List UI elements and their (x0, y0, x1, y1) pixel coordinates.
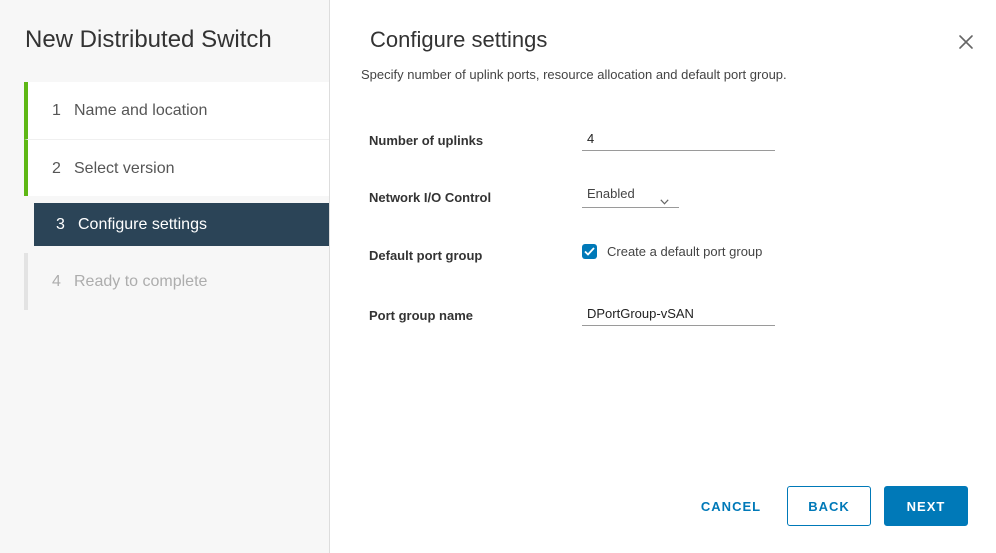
page-subtitle: Specify number of uplink ports, resource… (361, 67, 787, 82)
default-port-group-row: Default port group Create a default port… (369, 242, 969, 272)
back-button[interactable]: BACK (787, 486, 871, 526)
step-number: 1 (52, 102, 61, 119)
cancel-button[interactable]: CANCEL (686, 486, 776, 526)
wizard-steps: 1 Name and location 2 Select version 3 Conf… (24, 82, 329, 310)
step-label: Name and location (74, 102, 208, 119)
default-port-group-label: Default port group (369, 248, 483, 263)
step-ready-to-complete: 4 Ready to complete (24, 253, 329, 310)
wizard-sidebar: New Distributed Switch 1 Name and locatio… (0, 0, 330, 553)
nioc-row: Network I/O Control Enabled (369, 184, 969, 214)
nioc-select[interactable]: Enabled (582, 184, 679, 208)
uplinks-row: Number of uplinks (369, 127, 969, 157)
step-label: Ready to complete (74, 273, 208, 290)
next-button[interactable]: NEXT (884, 486, 968, 526)
close-icon[interactable] (958, 34, 974, 50)
nioc-label: Network I/O Control (369, 190, 492, 205)
chevron-down-icon (660, 191, 669, 205)
step-select-version[interactable]: 2 Select version (24, 139, 329, 196)
default-port-group-checkbox[interactable] (582, 244, 597, 259)
nioc-value: Enabled (587, 186, 635, 201)
step-configure-settings[interactable]: 3 Configure settings (34, 203, 329, 246)
uplinks-input[interactable] (582, 127, 775, 151)
wizard-content: Configure settings Specify number of upl… (331, 0, 996, 553)
step-number: 2 (52, 160, 61, 177)
step-name-and-location[interactable]: 1 Name and location (24, 82, 329, 139)
port-group-name-input[interactable] (582, 302, 775, 326)
port-group-name-row: Port group name (369, 302, 969, 332)
wizard-title: New Distributed Switch (25, 26, 272, 53)
step-label: Configure settings (78, 216, 207, 233)
new-distributed-switch-dialog: New Distributed Switch 1 Name and locatio… (0, 0, 996, 553)
step-number: 4 (52, 273, 61, 290)
page-title: Configure settings (370, 27, 548, 52)
step-number: 3 (56, 216, 65, 233)
default-port-group-checkbox-label: Create a default port group (607, 244, 763, 259)
step-label: Select version (74, 160, 175, 177)
uplinks-label: Number of uplinks (369, 133, 484, 148)
port-group-name-label: Port group name (369, 308, 474, 323)
default-port-group-option[interactable]: Create a default port group (582, 244, 762, 259)
wizard-footer: CANCEL BACK NEXT (331, 486, 996, 526)
